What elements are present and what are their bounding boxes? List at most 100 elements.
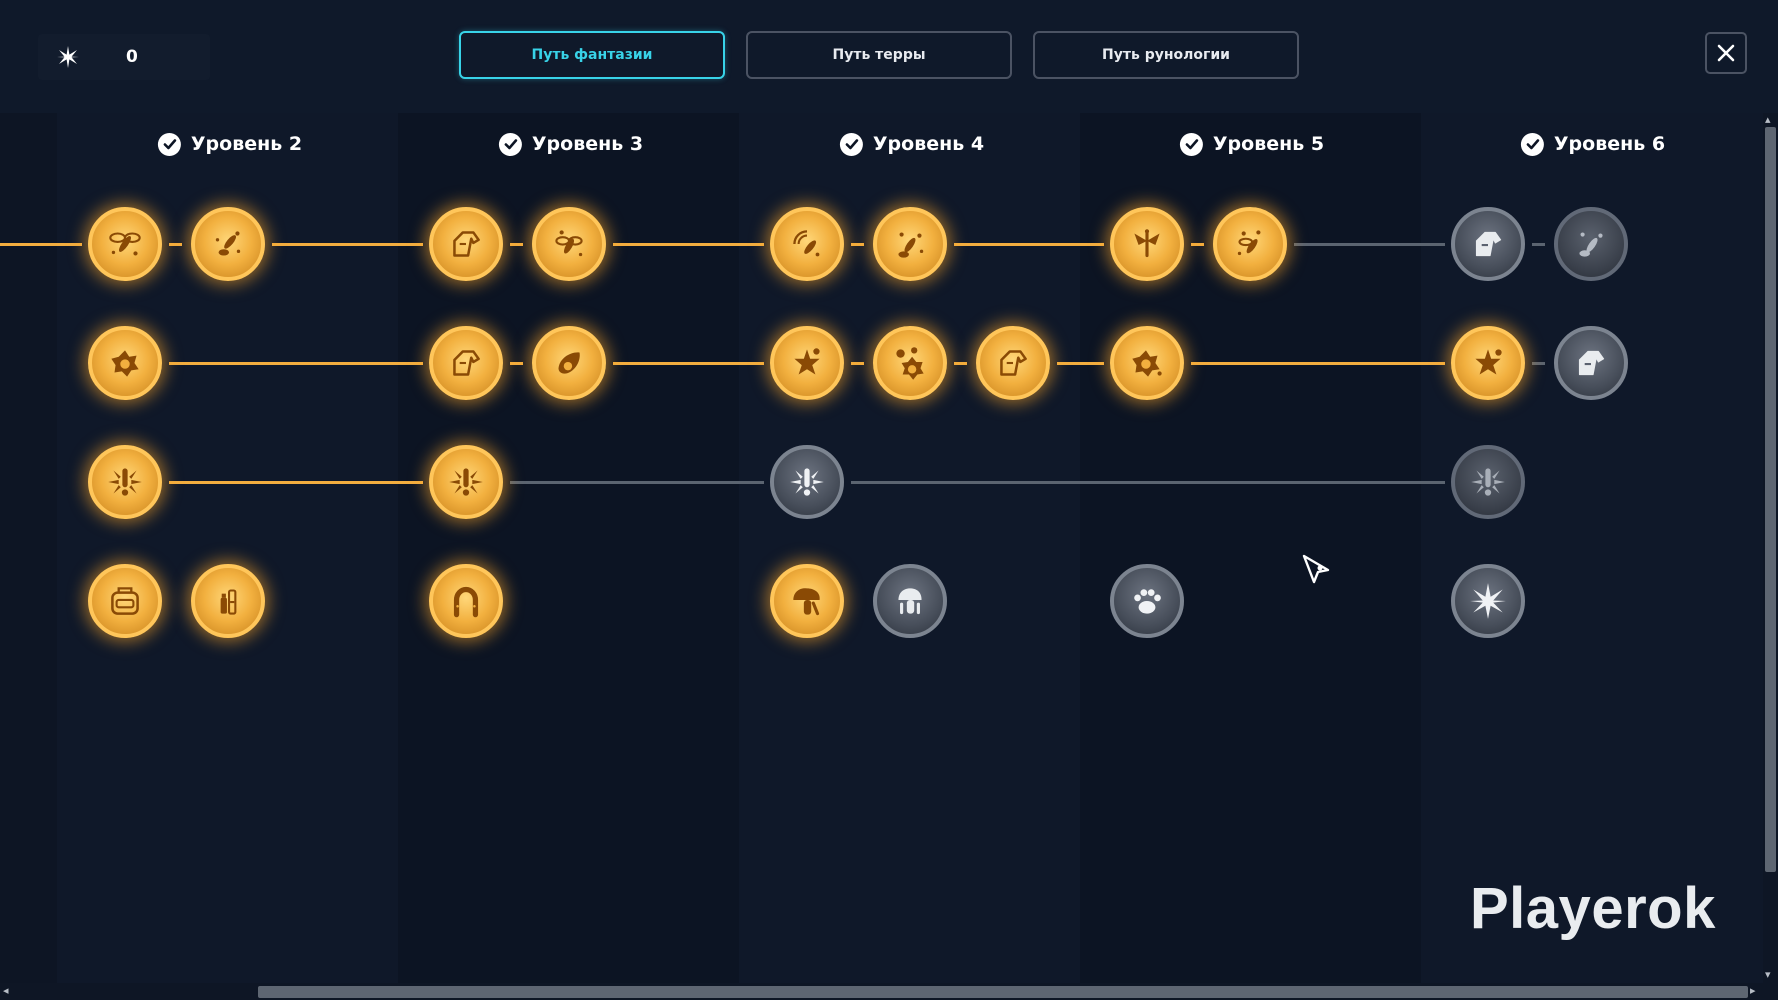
firefly-swarm-icon: [1579, 232, 1603, 257]
skill-node[interactable]: [88, 326, 162, 400]
level-label: Уровень 3: [531, 133, 644, 155]
firefly-glow-icon: [793, 230, 820, 257]
scroll-down-icon[interactable]: ▾: [1765, 969, 1771, 980]
firefly-icon: [109, 232, 141, 256]
connector-line: [851, 243, 864, 246]
connector-line: [1294, 243, 1445, 246]
tab-runology-path[interactable]: Путь рунологии: [1033, 31, 1299, 79]
horseshoe-icon: [453, 586, 479, 618]
check-icon: [157, 132, 181, 156]
connector-line: [1191, 362, 1445, 365]
horse-armor-icon: [453, 231, 480, 257]
connector-line: [1532, 362, 1545, 365]
fire-flower-icon: [1132, 350, 1162, 377]
firefly-swarm-icon: [898, 232, 924, 258]
close-icon: [1717, 44, 1735, 62]
firefly-icon: [1134, 229, 1160, 258]
skill-node-locked[interactable]: [1554, 207, 1628, 281]
horse-armor-icon: [1578, 350, 1605, 376]
connector-line: [954, 243, 1104, 246]
connector-line: [613, 362, 764, 365]
alert-burst-icon: [449, 468, 483, 496]
level-label: Уровень 6: [1553, 133, 1666, 155]
scroll-left-icon[interactable]: ◂: [3, 985, 9, 996]
horse-armor-icon: [1000, 350, 1027, 376]
vertical-scroll-thumb[interactable]: [1765, 127, 1776, 872]
connector-line: [1532, 243, 1545, 246]
horizontal-scroll-thumb[interactable]: [258, 986, 1748, 998]
skill-node[interactable]: [976, 326, 1050, 400]
level-header-2: Уровень 2: [157, 132, 303, 156]
connector-line: [510, 481, 764, 484]
skill-node[interactable]: [191, 564, 265, 638]
skill-node[interactable]: [429, 207, 503, 281]
skill-node[interactable]: [88, 445, 162, 519]
mouse-cursor-icon: [1302, 554, 1330, 584]
skill-node[interactable]: [1110, 207, 1184, 281]
fire-flower-icon: [111, 350, 139, 377]
skill-node[interactable]: [1451, 326, 1525, 400]
connector-line: [851, 481, 1445, 484]
level-label: Уровень 4: [872, 133, 985, 155]
skill-node[interactable]: [532, 207, 606, 281]
skill-node[interactable]: [88, 207, 162, 281]
alert-burst-icon: [1471, 468, 1505, 496]
level-header-3: Уровень 3: [498, 132, 644, 156]
skill-node-locked[interactable]: [1554, 326, 1628, 400]
skill-node[interactable]: [429, 564, 503, 638]
skill-node[interactable]: [770, 207, 844, 281]
level-label: Уровень 2: [190, 133, 303, 155]
skill-node-locked[interactable]: [1451, 207, 1525, 281]
scroll-up-icon[interactable]: ▴: [1765, 114, 1771, 125]
currency-counter: 0: [38, 34, 210, 80]
skill-node[interactable]: [770, 564, 844, 638]
potion-vials-icon: [220, 589, 237, 615]
connector-line: [510, 243, 523, 246]
fire-flowers-icon: [896, 347, 924, 380]
skill-node[interactable]: [1213, 207, 1287, 281]
connector-line: [613, 243, 764, 246]
skill-node[interactable]: [770, 326, 844, 400]
star-burst-icon: [56, 45, 80, 69]
tab-fantasy-path[interactable]: Путь фантазии: [459, 31, 725, 79]
skill-node[interactable]: [88, 564, 162, 638]
skill-node[interactable]: [873, 207, 947, 281]
connector-line: [272, 243, 423, 246]
skill-node-locked[interactable]: [1451, 445, 1525, 519]
connector-line: [1191, 243, 1204, 246]
alert-burst-icon: [790, 468, 824, 496]
level-header-6: Уровень 6: [1520, 132, 1666, 156]
horizontal-scrollbar[interactable]: ◂ ▸: [0, 983, 1778, 1000]
horse-armor-icon: [453, 350, 480, 376]
star-burst-icon: [794, 348, 820, 375]
level-header-4: Уровень 4: [839, 132, 985, 156]
skill-node-locked[interactable]: [770, 445, 844, 519]
skill-node[interactable]: [1110, 326, 1184, 400]
firefly-swarm-icon: [215, 231, 241, 256]
backpack-icon: [111, 587, 139, 615]
skill-node[interactable]: [191, 207, 265, 281]
watermark-logo: Playerok: [1470, 876, 1716, 941]
skill-node[interactable]: [532, 326, 606, 400]
connector-line: [1057, 362, 1104, 365]
level-header-5: Уровень 5: [1179, 132, 1324, 156]
check-icon: [498, 132, 522, 156]
skill-node-locked[interactable]: [1110, 564, 1184, 638]
scroll-right-icon[interactable]: ▸: [1750, 985, 1756, 996]
skill-node[interactable]: [873, 326, 947, 400]
horse-armor-icon: [1475, 231, 1502, 257]
alert-burst-icon: [108, 468, 142, 496]
connector-line: [0, 243, 82, 246]
skill-node[interactable]: [429, 445, 503, 519]
connector-line: [169, 243, 182, 246]
firefly-icon: [555, 230, 583, 257]
vertical-scrollbar[interactable]: ▴ ▾: [1763, 113, 1778, 983]
close-button[interactable]: [1705, 32, 1747, 74]
connector-line: [510, 362, 523, 365]
star-burst-icon: [1475, 349, 1502, 375]
skill-node[interactable]: [429, 326, 503, 400]
skill-node-locked[interactable]: [873, 564, 947, 638]
skill-node-locked[interactable]: [1451, 564, 1525, 638]
tab-terra-path[interactable]: Путь терры: [746, 31, 1012, 79]
currency-value: 0: [126, 47, 138, 67]
